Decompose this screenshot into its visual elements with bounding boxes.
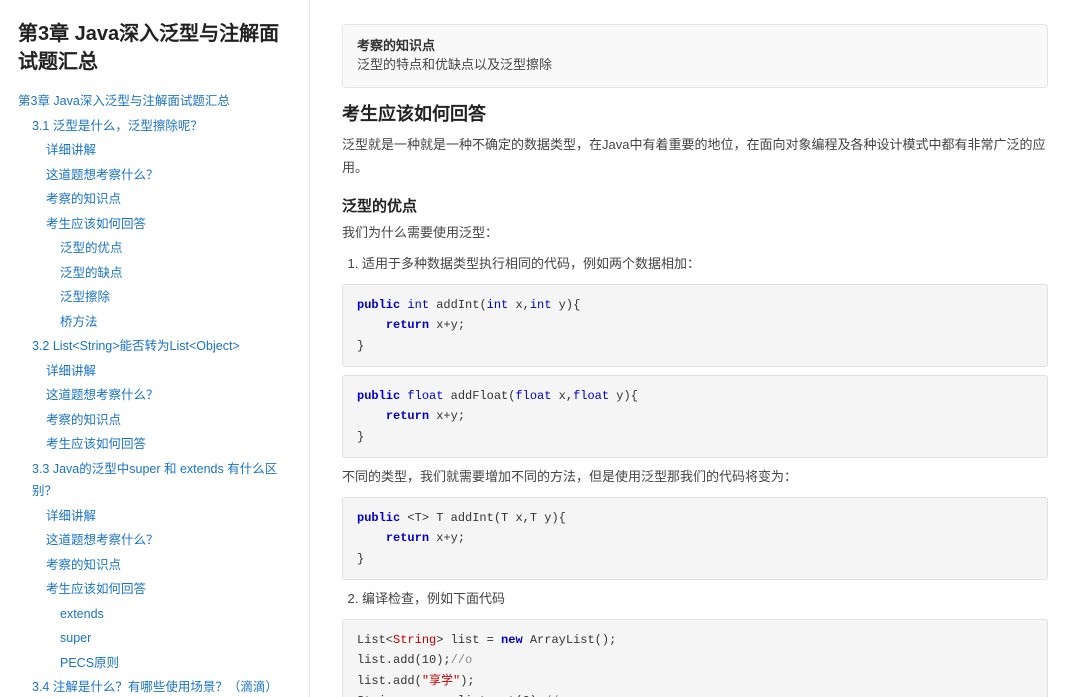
toc-item-3-4[interactable]: 3.4 注解是什么？有哪些使用场景？（滴滴） [32, 676, 291, 697]
toc-item-super[interactable]: super [60, 627, 291, 650]
code-addInt: public int addInt(int x,int y){ return x… [342, 284, 1048, 367]
toc-item-detail-1[interactable]: 详细讲解 [46, 139, 291, 162]
toc-item-3-3[interactable]: 3.3 Java的泛型中super 和 extends 有什么区别？ [32, 458, 291, 503]
toc-item-knowledge-2[interactable]: 考察的知识点 [46, 409, 291, 432]
toc-item-disadvantages[interactable]: 泛型的缺点 [60, 262, 291, 285]
right-panel: 考察的知识点 泛型的特点和优缺点以及泛型擦除 考生应该如何回答 泛型就是一种就是… [310, 0, 1080, 697]
main-title: 第3章 Java深入泛型与注解面试题汇总 [18, 20, 291, 76]
knowledge-text: 泛型的特点和优缺点以及泛型擦除 [357, 54, 1033, 77]
how-to-answer-title: 考生应该如何回答 [342, 100, 1048, 126]
toc-root-link[interactable]: 第3章 Java深入泛型与注解面试题汇总 [18, 90, 291, 113]
toc-item-detail-2[interactable]: 详细讲解 [46, 360, 291, 383]
toc-item-3-1[interactable]: 3.1 泛型是什么，泛型擦除呢？ [32, 115, 291, 138]
advantages-item-2: 编译检查，例如下面代码 [362, 588, 1048, 611]
toc-item-pecs[interactable]: PECS原则 [60, 652, 291, 675]
toc-item-answer-3[interactable]: 考生应该如何回答 [46, 578, 291, 601]
code-addFloat: public float addFloat(float x,float y){ … [342, 375, 1048, 458]
between-text: 不同的类型，我们就需要增加不同的方法，但是使用泛型那我们的代码将变为： [342, 466, 1048, 489]
code-list-example: List<String> list = new ArrayList(); lis… [342, 619, 1048, 697]
toc-item-detail-3[interactable]: 详细讲解 [46, 505, 291, 528]
toc-item-thinks-1[interactable]: 这道题想考察什么？ [46, 164, 291, 187]
code-generic-add: public <T> T addInt(T x,T y){ return x+y… [342, 497, 1048, 580]
toc-item-erasure[interactable]: 泛型擦除 [60, 286, 291, 309]
toc-item-thinks-3[interactable]: 这道题想考察什么？ [46, 529, 291, 552]
toc-item-3-2[interactable]: 3.2 List<String>能否转为List<Object> [32, 335, 291, 358]
advantages-item-1: 适用于多种数据类型执行相同的代码，例如两个数据相加： [362, 253, 1048, 276]
toc-item-bridge[interactable]: 桥方法 [60, 311, 291, 334]
toc-item-answer-1[interactable]: 考生应该如何回答 [46, 213, 291, 236]
toc-item-advantages[interactable]: 泛型的优点 [60, 237, 291, 260]
advantages-list-2: 编译检查，例如下面代码 [342, 588, 1048, 611]
left-panel: 第3章 Java深入泛型与注解面试题汇总 第3章 Java深入泛型与注解面试题汇… [0, 0, 310, 697]
how-to-answer-text: 泛型就是一种就是一种不确定的数据类型，在Java中有着重要的地位，在面向对象编程… [342, 134, 1048, 180]
toc-item-knowledge-1[interactable]: 考察的知识点 [46, 188, 291, 211]
toc-item-thinks-2[interactable]: 这道题想考察什么？ [46, 384, 291, 407]
advantages-intro: 我们为什么需要使用泛型： [342, 222, 1048, 245]
toc-item-answer-2[interactable]: 考生应该如何回答 [46, 433, 291, 456]
knowledge-box: 考察的知识点 泛型的特点和优缺点以及泛型擦除 [342, 24, 1048, 88]
toc-item-knowledge-3[interactable]: 考察的知识点 [46, 554, 291, 577]
table-of-contents: 第3章 Java深入泛型与注解面试题汇总 3.1 泛型是什么，泛型擦除呢？ 详细… [18, 90, 291, 697]
advantages-list: 适用于多种数据类型执行相同的代码，例如两个数据相加： [342, 253, 1048, 276]
advantages-title: 泛型的优点 [342, 195, 1048, 216]
knowledge-label: 考察的知识点 [357, 38, 435, 53]
toc-item-extends[interactable]: extends [60, 603, 291, 626]
